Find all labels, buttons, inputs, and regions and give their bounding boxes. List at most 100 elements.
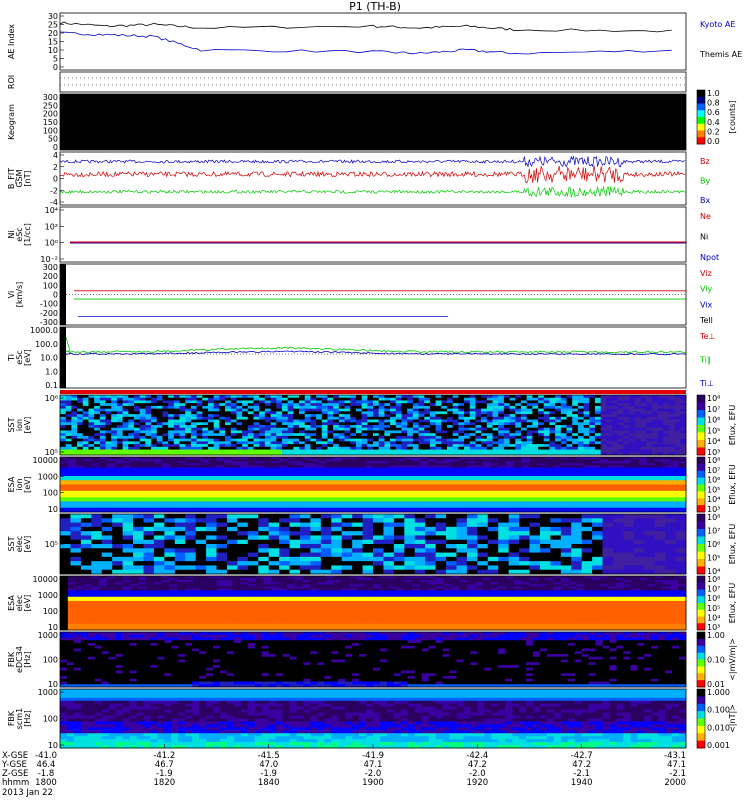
spectrogram-cell	[213, 427, 220, 431]
spectrogram-cell	[338, 438, 345, 442]
spectrogram-cell	[316, 441, 323, 445]
spectrogram-cell	[128, 444, 135, 448]
spectrogram-cell	[538, 395, 545, 399]
spectrogram-cell	[520, 397, 528, 401]
spectrogram-cell	[418, 427, 425, 431]
spectrogram-cell	[646, 414, 653, 418]
spectrogram-cell	[352, 522, 363, 528]
spectrogram-cell	[281, 449, 289, 453]
spectrogram-cell	[452, 446, 459, 450]
spectrogram-cell	[236, 427, 243, 431]
spectrogram-cell	[304, 408, 311, 412]
spectrogram-cell	[60, 433, 67, 437]
spectrogram-cell	[623, 397, 630, 401]
spectrogram-cell	[320, 514, 332, 519]
spectrogram-cell	[156, 422, 163, 426]
spectrogram-cell	[179, 441, 186, 445]
spectrogram-cell	[644, 514, 656, 519]
spectrogram-cell	[304, 419, 311, 423]
spectrogram-cell	[367, 397, 374, 401]
spectrogram-cell	[680, 400, 687, 404]
spectrogram-cell	[384, 397, 391, 401]
spectrogram-cell	[190, 408, 197, 412]
spectrogram-cell	[94, 430, 101, 434]
spectrogram-cell	[333, 405, 340, 410]
spectrogram-cell	[139, 416, 146, 420]
spectrogram-cell	[202, 422, 209, 426]
spectrogram-cell	[270, 438, 277, 442]
spectrogram-cell	[543, 411, 550, 415]
spectrogram-cell	[594, 441, 602, 445]
spectrogram-cell	[139, 405, 146, 410]
spectrogram-cell	[327, 405, 334, 410]
spectrogram-cell	[94, 427, 101, 431]
spectrogram-cell	[225, 408, 232, 412]
spectrogram-cell	[82, 446, 89, 450]
spectrogram-cell	[264, 446, 271, 450]
spectrogram-cell	[469, 414, 476, 418]
spectrogram-cell	[594, 414, 602, 418]
colorbar-tick-label: 10⁷	[707, 466, 720, 475]
spectrogram-cell	[259, 414, 266, 418]
spectrogram-cell	[236, 430, 243, 434]
spectrogram-cell	[196, 416, 203, 420]
spectrogram-cell	[674, 435, 681, 440]
spectrogram-cell	[515, 449, 522, 453]
colorbar-label: Eflux, EFU	[728, 405, 737, 446]
spectrogram-cell	[162, 422, 169, 426]
spectrogram-cell	[333, 408, 340, 412]
spectrogram-cell	[174, 522, 186, 528]
spectrogram-cell	[299, 514, 311, 519]
spectrogram-cell	[435, 400, 442, 404]
spectrogram-cell	[543, 425, 550, 429]
y-tick-label: 1000.0	[30, 326, 58, 335]
spectrogram-cell	[418, 446, 425, 450]
spectrogram-cell	[168, 422, 175, 426]
spectrogram-cell	[112, 531, 123, 536]
spectrogram-cell	[498, 438, 505, 442]
spectrogram-cell	[122, 518, 134, 523]
spectrogram-cell	[680, 414, 687, 418]
spectrogram-cell	[623, 416, 630, 420]
spectrogram-cell	[321, 397, 328, 401]
spectrogram-cell	[367, 405, 374, 410]
spectrogram-cell	[646, 416, 653, 420]
spectrogram-cell	[195, 518, 207, 523]
spectrogram-cell	[589, 422, 596, 426]
spectrogram-cell	[99, 416, 106, 420]
colorbar-cell	[697, 445, 705, 448]
spectrogram-cell	[412, 430, 419, 434]
spectrogram-cell	[509, 430, 516, 434]
spectrogram-cell	[486, 438, 493, 442]
spectrogram-cell	[333, 397, 340, 401]
spectrogram-cell	[623, 433, 630, 437]
spectrogram-cell	[424, 395, 431, 399]
spectrogram-cell	[594, 408, 602, 412]
spectrogram-cell	[99, 408, 106, 412]
spectrogram-cell	[190, 405, 197, 410]
spectrogram-cell	[355, 414, 363, 418]
spectrogram-cell	[293, 425, 300, 429]
spectrogram-cell	[549, 416, 556, 420]
spectrogram-cell	[466, 526, 478, 532]
spectrogram-cell	[606, 446, 613, 450]
spectrogram-cell	[384, 416, 391, 420]
spectrogram-cell	[133, 438, 141, 442]
spectrogram-cell	[230, 427, 237, 431]
spectrogram-cell	[617, 416, 624, 420]
spectrogram-cell	[435, 433, 442, 437]
spectrogram-cell	[219, 441, 226, 445]
spectrogram-cell	[407, 414, 414, 418]
spectrogram-cell	[566, 411, 573, 415]
spectrogram-cell	[509, 438, 516, 442]
spectrogram-cell	[355, 444, 363, 448]
spectrogram-cell	[418, 395, 425, 399]
spectrogram-cell	[60, 526, 71, 532]
spectrogram-cell	[60, 422, 67, 426]
spectrogram-cell	[520, 405, 528, 410]
spectrogram-cell	[111, 422, 118, 426]
spectrogram-cell	[242, 430, 249, 434]
spectrogram-cell	[361, 444, 368, 448]
spectrogram-cell	[566, 427, 573, 431]
spectrogram-cell	[475, 441, 482, 445]
